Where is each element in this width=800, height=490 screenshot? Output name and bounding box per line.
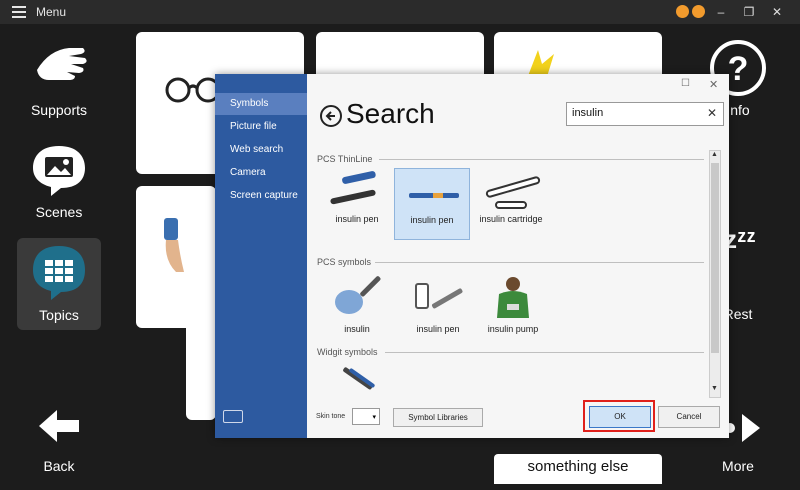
symbol-label: insulin — [344, 324, 370, 334]
nav-camera[interactable]: Camera — [215, 162, 307, 184]
insulin-cartridge-symbol-icon — [485, 176, 541, 209]
ok-button[interactable]: OK — [589, 406, 651, 428]
scenes-label: Scenes — [35, 204, 83, 220]
nav-symbols[interactable]: Symbols — [215, 93, 307, 115]
search-input[interactable]: insulin ✕ — [566, 102, 724, 126]
insulin-pen-syringe-symbol-icon — [415, 283, 463, 309]
symbol-label: insulin pen — [410, 215, 454, 225]
scenes-picture-icon — [33, 146, 85, 196]
symbol-label: insulin pen — [335, 214, 379, 224]
section-divider — [375, 262, 704, 263]
section-pcs-symbols: PCS symbols — [317, 257, 372, 267]
scroll-up-icon[interactable]: ▲ — [711, 151, 718, 158]
dialog-maximize-button[interactable]: ☐ — [681, 78, 690, 89]
scroll-down-icon[interactable]: ▼ — [711, 385, 718, 392]
back-circle-icon[interactable] — [319, 104, 343, 128]
maximize-button[interactable]: ❐ — [740, 3, 758, 21]
scenes-button[interactable]: Scenes — [17, 138, 101, 230]
back-label: Back — [43, 458, 75, 474]
section-widgit-symbols: Widgit symbols — [317, 347, 378, 357]
supports-label: Supports — [30, 102, 88, 118]
topics-button[interactable]: Topics — [17, 238, 101, 330]
symbol-result[interactable]: insulin pen — [401, 274, 475, 340]
symbol-label: insulin pump — [487, 324, 539, 334]
glucose-meter-icon — [164, 218, 184, 272]
section-divider — [379, 159, 704, 160]
more-label: More — [722, 458, 754, 474]
hamburger-menu-icon[interactable] — [12, 6, 26, 18]
something-else-tile[interactable]: something else — [494, 454, 662, 484]
something-else-label: something else — [527, 458, 629, 475]
insulin-pen-symbol-icon — [409, 193, 459, 198]
nav-web-search[interactable]: Web search — [215, 139, 307, 161]
insulin-symbol-icon — [335, 276, 381, 314]
scrollbar-thumb[interactable] — [711, 163, 719, 353]
app-status-icon-2[interactable] — [692, 5, 705, 18]
topics-label: Topics — [39, 307, 79, 323]
symbol-result[interactable]: insulin pen — [321, 168, 393, 238]
symbol-result-selected[interactable]: insulin pen — [394, 168, 470, 240]
search-input-value: insulin — [572, 107, 604, 119]
widgit-insulin-pen-icon[interactable] — [337, 366, 377, 396]
keyboard-icon[interactable] — [223, 410, 243, 423]
insulin-pump-symbol-icon — [497, 277, 529, 318]
app-status-icon[interactable] — [676, 5, 689, 18]
section-divider — [385, 352, 704, 353]
back-arrow-icon — [39, 410, 79, 442]
title-bar: Menu – ❐ ✕ — [0, 0, 800, 24]
symbol-result[interactable]: insulin pump — [477, 274, 549, 340]
symbol-label: insulin cartridge — [479, 214, 543, 224]
dialog-close-button[interactable]: ✕ — [709, 78, 718, 91]
window-title: Menu — [36, 5, 67, 19]
close-window-button[interactable]: ✕ — [768, 3, 786, 21]
topics-grid-icon — [33, 246, 85, 300]
back-button[interactable]: Back — [17, 400, 101, 480]
svg-text:?: ? — [728, 50, 749, 88]
section-pcs-thinline: PCS ThinLine — [317, 154, 373, 164]
skin-tone-select[interactable]: ▾ — [352, 408, 380, 425]
symbol-label: insulin pen — [416, 324, 460, 334]
dialog-title: Search — [346, 98, 435, 129]
background-tile[interactable] — [186, 300, 216, 420]
hand-icon — [37, 48, 87, 80]
nav-screen-capture[interactable]: Screen capture — [215, 185, 307, 207]
symbol-result[interactable]: insulin — [325, 274, 389, 340]
clear-search-icon[interactable]: ✕ — [707, 106, 717, 120]
supports-button[interactable]: Supports — [17, 36, 101, 128]
cancel-button[interactable]: Cancel — [658, 406, 720, 428]
symbol-result[interactable]: insulin cartridge — [473, 168, 549, 250]
results-scrollbar[interactable]: ▲ ▼ — [709, 150, 721, 398]
insulin-pen-symbol-icon — [330, 171, 376, 205]
symbol-libraries-button[interactable]: Symbol Libraries — [393, 408, 483, 427]
nav-picture-file[interactable]: Picture file — [215, 116, 307, 138]
skin-tone-label: Skin tone — [316, 413, 346, 420]
dialog-sidebar: Symbols Picture file Web search Camera S… — [215, 74, 307, 438]
symbol-search-dialog: Symbols Picture file Web search Camera S… — [215, 74, 729, 438]
minimize-button[interactable]: – — [712, 3, 730, 21]
